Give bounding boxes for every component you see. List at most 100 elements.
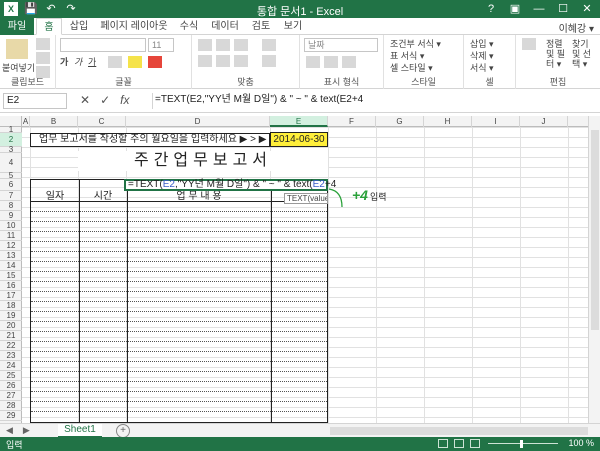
cancel-icon[interactable]: ✕ [80, 93, 90, 107]
bold-icon[interactable]: 가 [60, 55, 68, 68]
insert-function-icon[interactable]: fx [120, 93, 129, 107]
tab-review[interactable]: 검토 [248, 18, 274, 35]
enter-icon[interactable]: ✓ [100, 93, 110, 107]
autosum-icon[interactable] [522, 38, 536, 50]
merge-center-icon[interactable] [262, 55, 276, 67]
tab-formulas[interactable]: 수식 [176, 18, 202, 35]
tab-view[interactable]: 보기 [280, 18, 306, 35]
copy-icon[interactable] [36, 52, 50, 64]
column-header[interactable]: F [328, 116, 376, 127]
row-header[interactable]: 7 [0, 191, 22, 201]
page-layout-view-icon[interactable] [454, 439, 464, 448]
cut-icon[interactable] [36, 38, 50, 50]
row-header[interactable]: 6 [0, 179, 22, 191]
help-button[interactable]: ? [480, 1, 502, 17]
tab-page-layout[interactable]: 페이지 레이아웃 [98, 18, 170, 35]
row-header[interactable]: 17 [0, 291, 22, 301]
user-account[interactable]: 이혜강 ▾ [559, 20, 594, 35]
column-header[interactable]: B [30, 116, 78, 127]
row-header[interactable]: 28 [0, 401, 22, 411]
wrap-text-icon[interactable] [262, 39, 276, 51]
row-header[interactable]: 11 [0, 231, 22, 241]
border-icon[interactable] [108, 56, 122, 68]
column-header[interactable]: C [78, 116, 126, 127]
tab-data[interactable]: 데이터 [208, 18, 242, 35]
column-header[interactable]: D [126, 116, 270, 127]
sheet-tab-active[interactable]: Sheet1 [58, 424, 102, 438]
comma-icon[interactable] [342, 56, 356, 68]
sheet-nav-next-icon[interactable]: ▶ [23, 425, 30, 436]
close-button[interactable]: ✕ [576, 1, 598, 17]
sort-filter-button[interactable]: 정렬 및 필터 ▾ [546, 39, 568, 69]
row-header[interactable]: 23 [0, 351, 22, 361]
column-header[interactable]: J [520, 116, 568, 127]
align-center-icon[interactable] [216, 55, 230, 67]
paste-icon[interactable] [6, 39, 28, 59]
align-middle-icon[interactable] [216, 39, 230, 51]
row-header[interactable]: 20 [0, 321, 22, 331]
paste-label[interactable]: 붙여넣기 [2, 61, 35, 74]
active-cell-editor[interactable]: =TEXT(E2,"YY년 M월 D일") & " ~ " & text(E2+… [124, 179, 336, 191]
row-header[interactable]: 13 [0, 251, 22, 261]
vertical-scrollbar[interactable] [588, 116, 600, 423]
report-title[interactable]: 주간업무보고서 [78, 151, 328, 171]
column-header[interactable]: I [472, 116, 520, 127]
currency-icon[interactable] [306, 56, 320, 68]
row-header[interactable]: 29 [0, 411, 22, 421]
italic-icon[interactable]: 가 [74, 55, 82, 68]
tab-insert[interactable]: 삽입 [66, 18, 92, 35]
column-header[interactable]: A [22, 116, 30, 127]
row-header[interactable]: 10 [0, 221, 22, 231]
instruction-cell[interactable]: 업무 보고서를 작성할 주의 월요일을 입력하세요 ▶ > ▶ [30, 133, 270, 147]
align-left-icon[interactable] [198, 55, 212, 67]
column-header[interactable]: G [376, 116, 424, 127]
column-header[interactable]: H [424, 116, 472, 127]
add-sheet-button[interactable]: + [116, 424, 130, 438]
row-header[interactable]: 25 [0, 371, 22, 381]
align-bottom-icon[interactable] [234, 39, 248, 51]
column-header[interactable]: E [270, 116, 328, 127]
horizontal-scrollbar[interactable] [330, 427, 588, 435]
row-header[interactable]: 16 [0, 281, 22, 291]
row-header[interactable]: 24 [0, 361, 22, 371]
font-name-box[interactable] [60, 38, 146, 52]
row-header[interactable]: 27 [0, 391, 22, 401]
ribbon-display-button[interactable]: ▣ [504, 1, 526, 17]
formula-input[interactable]: =TEXT(E2,"YY년 M월 D일") & " ~ " & text(E2+… [152, 93, 596, 109]
sheet-nav-prev-icon[interactable]: ◀ [6, 425, 13, 436]
name-box[interactable]: E2 [3, 93, 67, 109]
scroll-thumb[interactable] [591, 130, 599, 330]
zoom-level[interactable]: 100 % [568, 438, 594, 448]
tab-home[interactable]: 홈 [36, 18, 62, 35]
minimize-button[interactable]: — [528, 1, 550, 17]
zoom-slider-thumb[interactable] [520, 440, 523, 448]
tab-file[interactable]: 파일 [0, 18, 34, 35]
row-header[interactable]: 14 [0, 261, 22, 271]
row-header[interactable]: 26 [0, 381, 22, 391]
row-header[interactable]: 21 [0, 331, 22, 341]
row-header[interactable]: 12 [0, 241, 22, 251]
zoom-slider[interactable] [488, 443, 558, 444]
find-select-button[interactable]: 찾기 및 선택 ▾ [572, 39, 598, 69]
row-header[interactable]: 22 [0, 341, 22, 351]
align-top-icon[interactable] [198, 39, 212, 51]
row-header[interactable]: 19 [0, 311, 22, 321]
fill-color-icon[interactable] [128, 56, 142, 68]
date-input-cell[interactable]: 2014-06-30 [270, 132, 328, 147]
cell-styles-button[interactable]: 셀 스타일 ▾ [390, 61, 433, 74]
worksheet-grid[interactable]: 업무 보고서를 작성할 주의 월요일을 입력하세요 ▶ > ▶ 2014-06-… [22, 127, 588, 423]
page-break-view-icon[interactable] [470, 439, 480, 448]
row-header[interactable]: 8 [0, 201, 22, 211]
font-color-icon[interactable] [148, 56, 162, 68]
row-header[interactable]: 4 [0, 153, 22, 173]
align-right-icon[interactable] [234, 55, 248, 67]
percent-icon[interactable] [324, 56, 338, 68]
maximize-button[interactable]: ☐ [552, 1, 574, 17]
font-size-box[interactable]: 11 [148, 38, 174, 52]
normal-view-icon[interactable] [438, 439, 448, 448]
underline-icon[interactable]: 가 [88, 55, 96, 68]
row-header[interactable]: 9 [0, 211, 22, 221]
number-format-box[interactable]: 날짜 [304, 38, 378, 52]
row-header[interactable]: 18 [0, 301, 22, 311]
format-cells-button[interactable]: 서식 ▾ [470, 61, 494, 74]
